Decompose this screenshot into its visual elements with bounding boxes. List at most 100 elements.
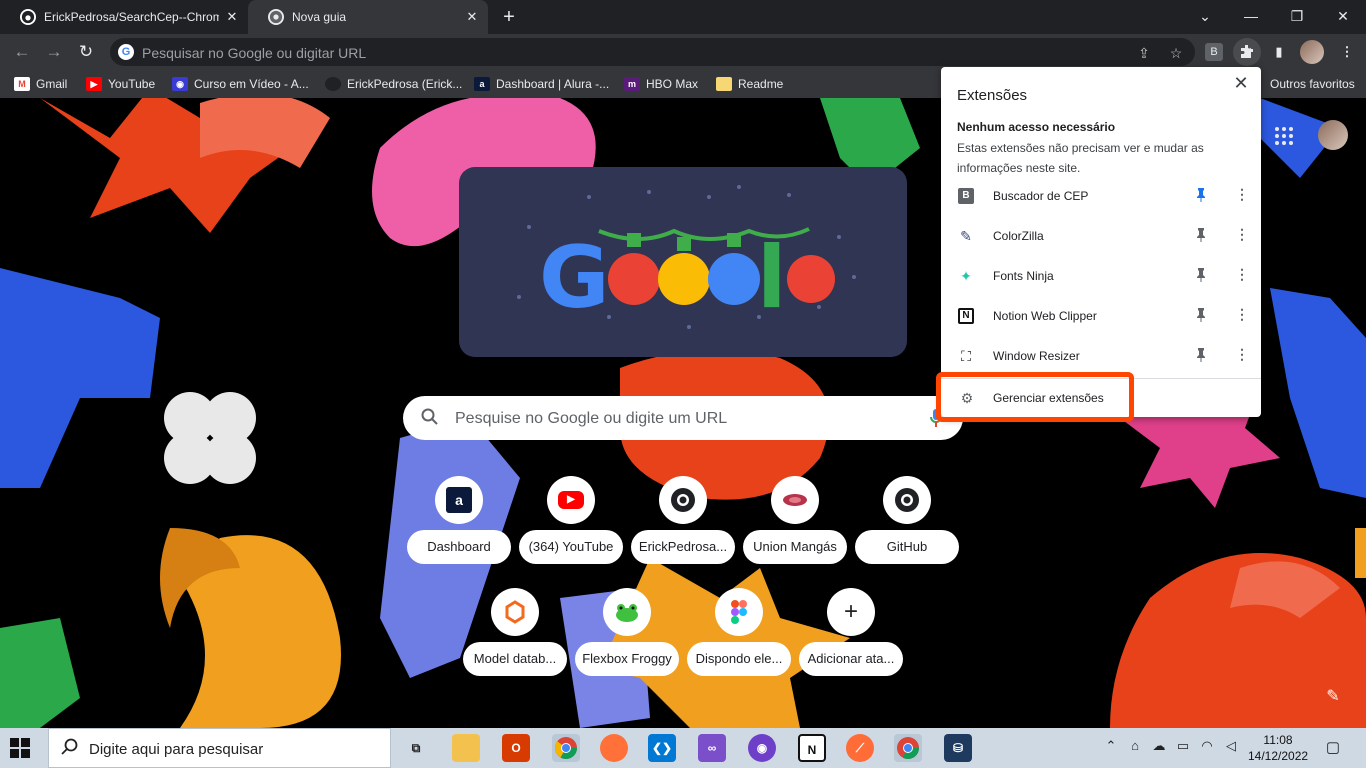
- close-icon[interactable]: ✕: [1231, 73, 1251, 93]
- figma-icon: [715, 588, 763, 636]
- shortcut-tile[interactable]: ErickPedrosa...: [631, 476, 735, 566]
- tab-strip: ErickPedrosa/SearchCep--Chrom ✕ Nova gui…: [0, 0, 1366, 34]
- pin-icon[interactable]: [1195, 308, 1207, 324]
- wifi-icon[interactable]: ◠: [1198, 738, 1216, 758]
- system-clock[interactable]: 11:08 14/12/2022: [1248, 732, 1308, 764]
- volume-icon[interactable]: ◁: [1222, 738, 1240, 758]
- usb-icon[interactable]: ⌂: [1126, 738, 1144, 758]
- vscode-icon[interactable]: ❮❯: [648, 734, 676, 762]
- shortcut-label: Dashboard: [407, 530, 511, 564]
- extension-name: ColorZilla: [993, 229, 1044, 243]
- shortcut-tile[interactable]: Model datab...: [463, 588, 567, 678]
- pin-icon[interactable]: [1195, 348, 1207, 364]
- chrome-icon: [268, 9, 284, 25]
- google-doodle[interactable]: G l: [459, 167, 907, 357]
- shortcut-tile[interactable]: a Dashboard: [407, 476, 511, 566]
- bookmark-github-erick[interactable]: ErickPedrosa (Erick...: [325, 76, 462, 92]
- clock-time: 11:08: [1263, 733, 1293, 747]
- pin-icon[interactable]: [1195, 228, 1207, 244]
- shortcut-label: Model datab...: [463, 642, 567, 676]
- bookmark-youtube[interactable]: ▶ YouTube: [86, 76, 155, 92]
- chrome-taskbar-icon-2[interactable]: [894, 734, 922, 762]
- close-window-button[interactable]: ✕: [1320, 0, 1366, 34]
- github-desktop-icon[interactable]: ◉: [748, 734, 776, 762]
- task-view-icon[interactable]: ⧉: [402, 734, 430, 762]
- other-bookmarks[interactable]: Outros favoritos: [1270, 76, 1355, 92]
- cloud-icon[interactable]: ☁: [1150, 738, 1168, 758]
- mysql-workbench-icon[interactable]: ⛁: [944, 734, 972, 762]
- chrome-taskbar-icon[interactable]: [552, 734, 580, 762]
- pin-icon[interactable]: [1195, 188, 1207, 204]
- extension-item-fonts-ninja[interactable]: ✦ Fonts Ninja ⋮: [941, 256, 1261, 296]
- notion-icon[interactable]: N: [798, 734, 826, 762]
- close-icon[interactable]: ✕: [224, 9, 240, 25]
- restore-button[interactable]: ❐: [1274, 0, 1320, 34]
- menu-kebab-icon[interactable]: ⋮: [1336, 41, 1358, 63]
- clock-date: 14/12/2022: [1248, 749, 1309, 763]
- add-shortcut-tile[interactable]: + Adicionar ata...: [799, 588, 903, 678]
- file-explorer-icon[interactable]: [452, 734, 480, 762]
- bookmark-alura[interactable]: a Dashboard | Alura -...: [474, 76, 609, 92]
- buscador-cep-extension-icon[interactable]: B: [1205, 43, 1223, 61]
- omnibox[interactable]: G Pesquisar no Google ou digitar URL ⇪ ☆: [110, 38, 1195, 66]
- manage-extensions-label: Gerenciar extensões: [993, 391, 1104, 405]
- manage-extensions-button[interactable]: ⚙ Gerenciar extensões: [941, 379, 1261, 417]
- forward-icon[interactable]: →: [42, 40, 66, 64]
- star-icon[interactable]: ☆: [1166, 43, 1186, 63]
- alura-icon: a: [435, 476, 483, 524]
- extension-item-notion[interactable]: N Notion Web Clipper ⋮: [941, 296, 1261, 336]
- model-icon: [491, 588, 539, 636]
- more-options-icon[interactable]: ⋮: [1235, 186, 1249, 206]
- shortcut-glyph: +: [843, 598, 858, 625]
- youtube-icon: ▶: [547, 476, 595, 524]
- windows-start-icon[interactable]: [10, 738, 34, 758]
- shortcut-tile[interactable]: Dispondo ele...: [687, 588, 791, 678]
- minimize-button[interactable]: —: [1228, 0, 1274, 34]
- office-icon[interactable]: O: [502, 734, 530, 762]
- more-options-icon[interactable]: ⋮: [1235, 346, 1249, 366]
- postman-icon[interactable]: ⟋: [846, 734, 874, 762]
- battery-icon[interactable]: ▭: [1174, 738, 1192, 758]
- close-icon[interactable]: ✕: [464, 9, 480, 25]
- notion-icon: N: [958, 308, 974, 324]
- back-icon[interactable]: ←: [10, 40, 34, 64]
- shortcut-glyph: ▶: [558, 491, 584, 509]
- extension-item-buscador-cep[interactable]: B Buscador de CEP ⋮: [941, 176, 1261, 216]
- profile-avatar[interactable]: [1300, 40, 1324, 64]
- tab-github[interactable]: ErickPedrosa/SearchCep--Chrom ✕: [0, 0, 248, 34]
- extensions-puzzle-icon[interactable]: [1233, 38, 1261, 66]
- side-panel-icon[interactable]: ▮: [1268, 41, 1290, 63]
- reload-icon[interactable]: ↻: [74, 40, 98, 64]
- firefox-icon[interactable]: [600, 734, 628, 762]
- ntp-profile-avatar[interactable]: [1318, 120, 1348, 150]
- bookmark-gmail[interactable]: M Gmail: [14, 76, 67, 92]
- shortcut-tile[interactable]: GitHub: [855, 476, 959, 566]
- bookmark-hbomax[interactable]: m HBO Max: [624, 76, 698, 92]
- taskbar-search-input[interactable]: Digite aqui para pesquisar: [48, 728, 391, 768]
- shortcut-tile[interactable]: ▶ (364) YouTube: [519, 476, 623, 566]
- more-options-icon[interactable]: ⋮: [1235, 306, 1249, 326]
- tab-nova-guia[interactable]: Nova guia ✕: [248, 0, 488, 34]
- gear-icon: ⚙: [960, 390, 974, 406]
- bookmark-curso-em-video[interactable]: ◉ Curso em Vídeo - A...: [172, 76, 309, 92]
- shortcut-tile[interactable]: Flexbox Froggy: [575, 588, 679, 678]
- google-apps-icon[interactable]: [1274, 126, 1294, 146]
- more-options-icon[interactable]: ⋮: [1235, 266, 1249, 286]
- customize-pencil-icon[interactable]: ✎: [1324, 686, 1342, 705]
- share-icon[interactable]: ⇪: [1134, 43, 1154, 63]
- tab-search-icon[interactable]: ⌄: [1182, 0, 1228, 34]
- chevron-up-icon[interactable]: ⌃: [1102, 738, 1120, 758]
- pin-icon[interactable]: [1195, 268, 1207, 284]
- new-tab-button[interactable]: +: [498, 6, 520, 28]
- bookmark-label: YouTube: [108, 77, 156, 91]
- bookmark-readme[interactable]: Readme: [716, 76, 783, 92]
- notifications-icon[interactable]: ▢: [1324, 738, 1342, 758]
- shortcut-tile[interactable]: Union Mangás: [743, 476, 847, 566]
- extension-item-window-resizer[interactable]: ⛶ Window Resizer ⋮: [941, 336, 1261, 376]
- extension-item-colorzilla[interactable]: ✎ ColorZilla ⋮: [941, 216, 1261, 256]
- search-box[interactable]: Pesquise no Google ou digite um URL: [403, 396, 963, 440]
- visual-studio-icon[interactable]: ∞: [698, 734, 726, 762]
- search-placeholder: Pesquise no Google ou digite um URL: [455, 410, 728, 427]
- more-options-icon[interactable]: ⋮: [1235, 226, 1249, 246]
- bookmark-label: Readme: [738, 77, 784, 91]
